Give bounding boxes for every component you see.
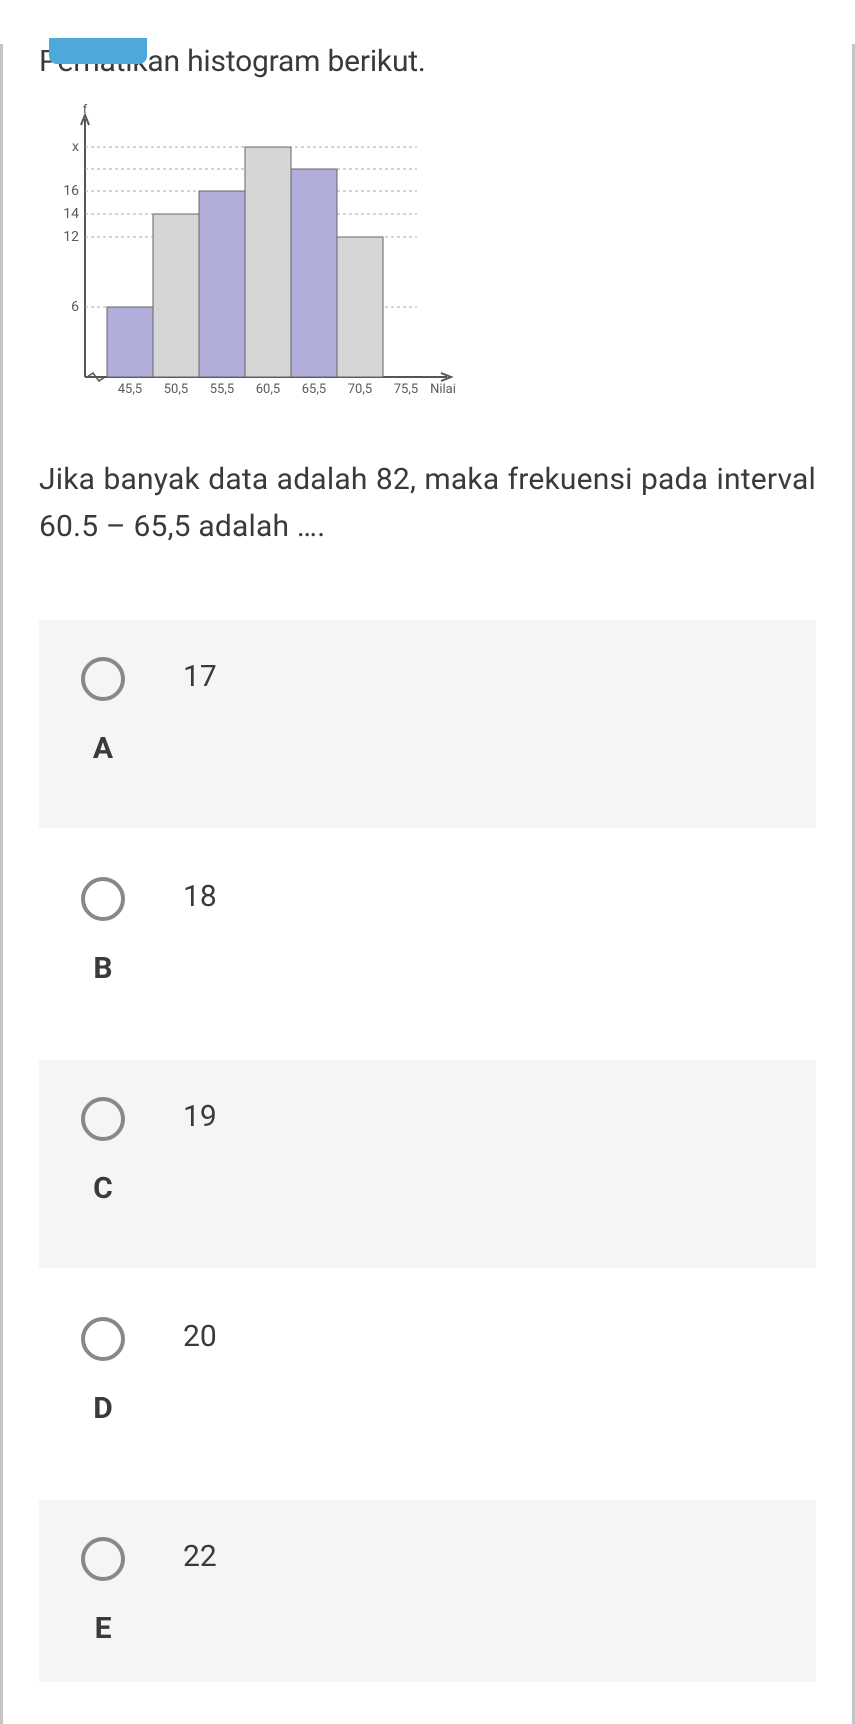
question-intro: Perhatikan histogram berikut. bbox=[39, 44, 830, 79]
y-tick-16: 16 bbox=[63, 183, 79, 199]
option-text: 18 bbox=[147, 877, 217, 914]
x-tick-0: 45,5 bbox=[118, 382, 142, 397]
x-tick-1: 50,5 bbox=[164, 382, 188, 397]
option-text: 19 bbox=[147, 1097, 217, 1134]
bar-5 bbox=[291, 169, 337, 377]
radio-e[interactable] bbox=[81, 1537, 125, 1581]
x-tick-4: 65,5 bbox=[302, 382, 326, 397]
y-axis-label: f bbox=[83, 102, 88, 116]
option-letter: A bbox=[93, 731, 113, 766]
radio-c[interactable] bbox=[81, 1097, 125, 1141]
bar-6 bbox=[337, 237, 383, 377]
question-body: Jika banyak data adalah 82, maka frekuen… bbox=[39, 457, 816, 550]
y-tick-12: 12 bbox=[63, 229, 79, 245]
y-tick-6: 6 bbox=[71, 299, 79, 315]
x-tick-5: 70,5 bbox=[348, 382, 372, 397]
radio-b[interactable] bbox=[81, 877, 125, 921]
option-letter: E bbox=[95, 1611, 112, 1646]
option-d[interactable]: D 20 bbox=[39, 1280, 816, 1488]
option-letter: B bbox=[93, 951, 112, 986]
option-text: 22 bbox=[147, 1537, 217, 1574]
option-e[interactable]: E 22 bbox=[39, 1500, 816, 1682]
x-axis-label: Nilai bbox=[430, 382, 456, 397]
options-list: A 17 B 18 C 19 D 20 E 22 bbox=[39, 620, 816, 1682]
y-tick-14: 14 bbox=[63, 206, 79, 222]
radio-d[interactable] bbox=[81, 1317, 125, 1361]
bar-1 bbox=[107, 307, 153, 377]
bar-2 bbox=[153, 214, 199, 377]
histogram-svg: f 6 12 14 16 x bbox=[37, 99, 467, 409]
option-text: 20 bbox=[147, 1317, 217, 1354]
histogram-chart: f 6 12 14 16 x bbox=[37, 99, 467, 409]
option-letter: C bbox=[93, 1171, 113, 1206]
x-tick-6: 75,5 bbox=[394, 382, 418, 397]
option-c[interactable]: C 19 bbox=[39, 1060, 816, 1268]
x-tick-2: 55,5 bbox=[210, 382, 234, 397]
x-tick-3: 60,5 bbox=[256, 382, 280, 397]
option-letter: D bbox=[93, 1391, 113, 1426]
bar-3 bbox=[199, 191, 245, 377]
option-text: 17 bbox=[147, 657, 217, 694]
option-a[interactable]: A 17 bbox=[39, 620, 816, 828]
option-b[interactable]: B 18 bbox=[39, 840, 816, 1048]
bar-4 bbox=[245, 147, 291, 377]
radio-a[interactable] bbox=[81, 657, 125, 701]
question-badge bbox=[49, 38, 147, 64]
y-tick-x: x bbox=[72, 139, 79, 155]
